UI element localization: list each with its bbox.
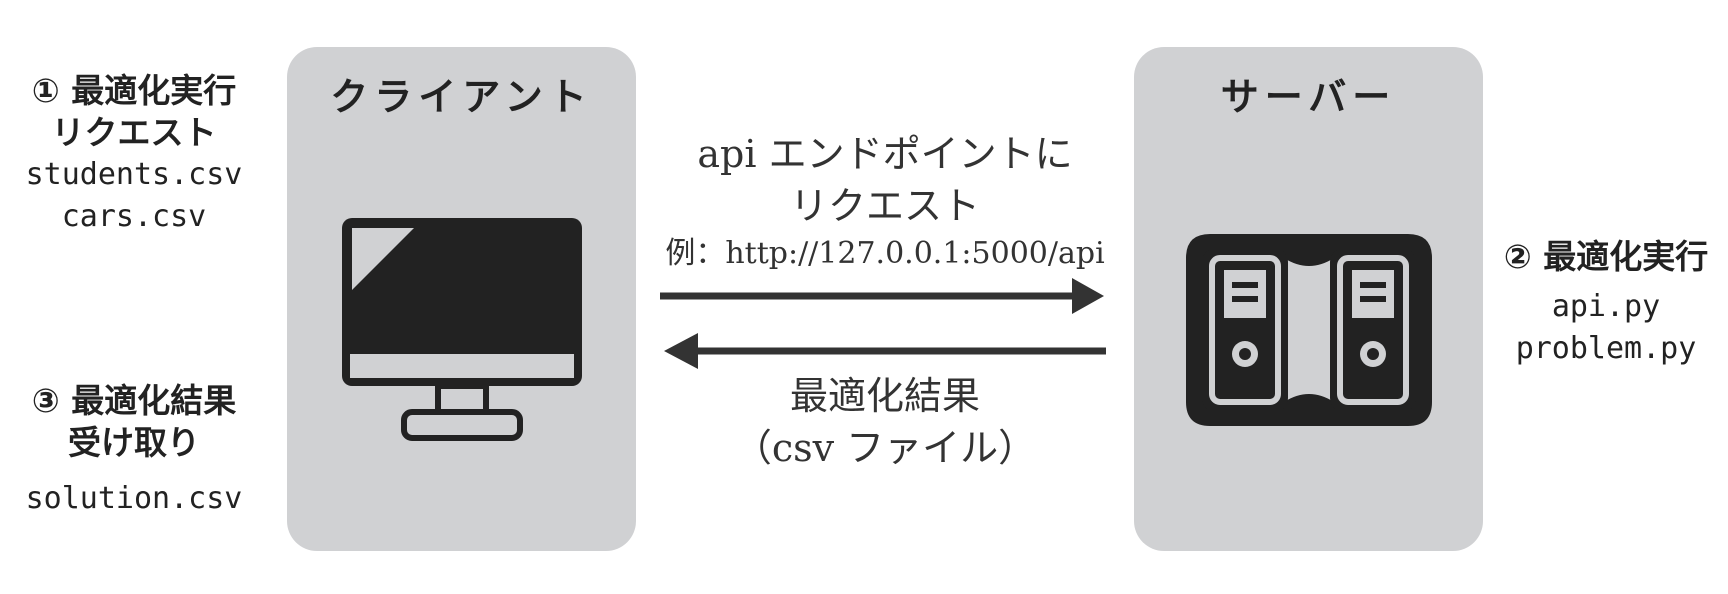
- server-icon: [1186, 234, 1432, 426]
- response-arrow: [664, 333, 1106, 369]
- monitor-icon: [342, 218, 582, 441]
